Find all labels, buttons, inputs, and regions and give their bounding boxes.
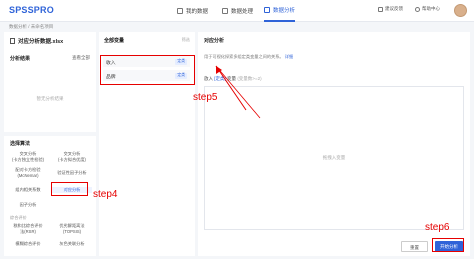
step5-arrow: [215, 65, 261, 119]
step4-label: step4: [93, 189, 118, 200]
step6-label: step6: [425, 222, 450, 233]
step5-label: step5: [193, 92, 218, 103]
